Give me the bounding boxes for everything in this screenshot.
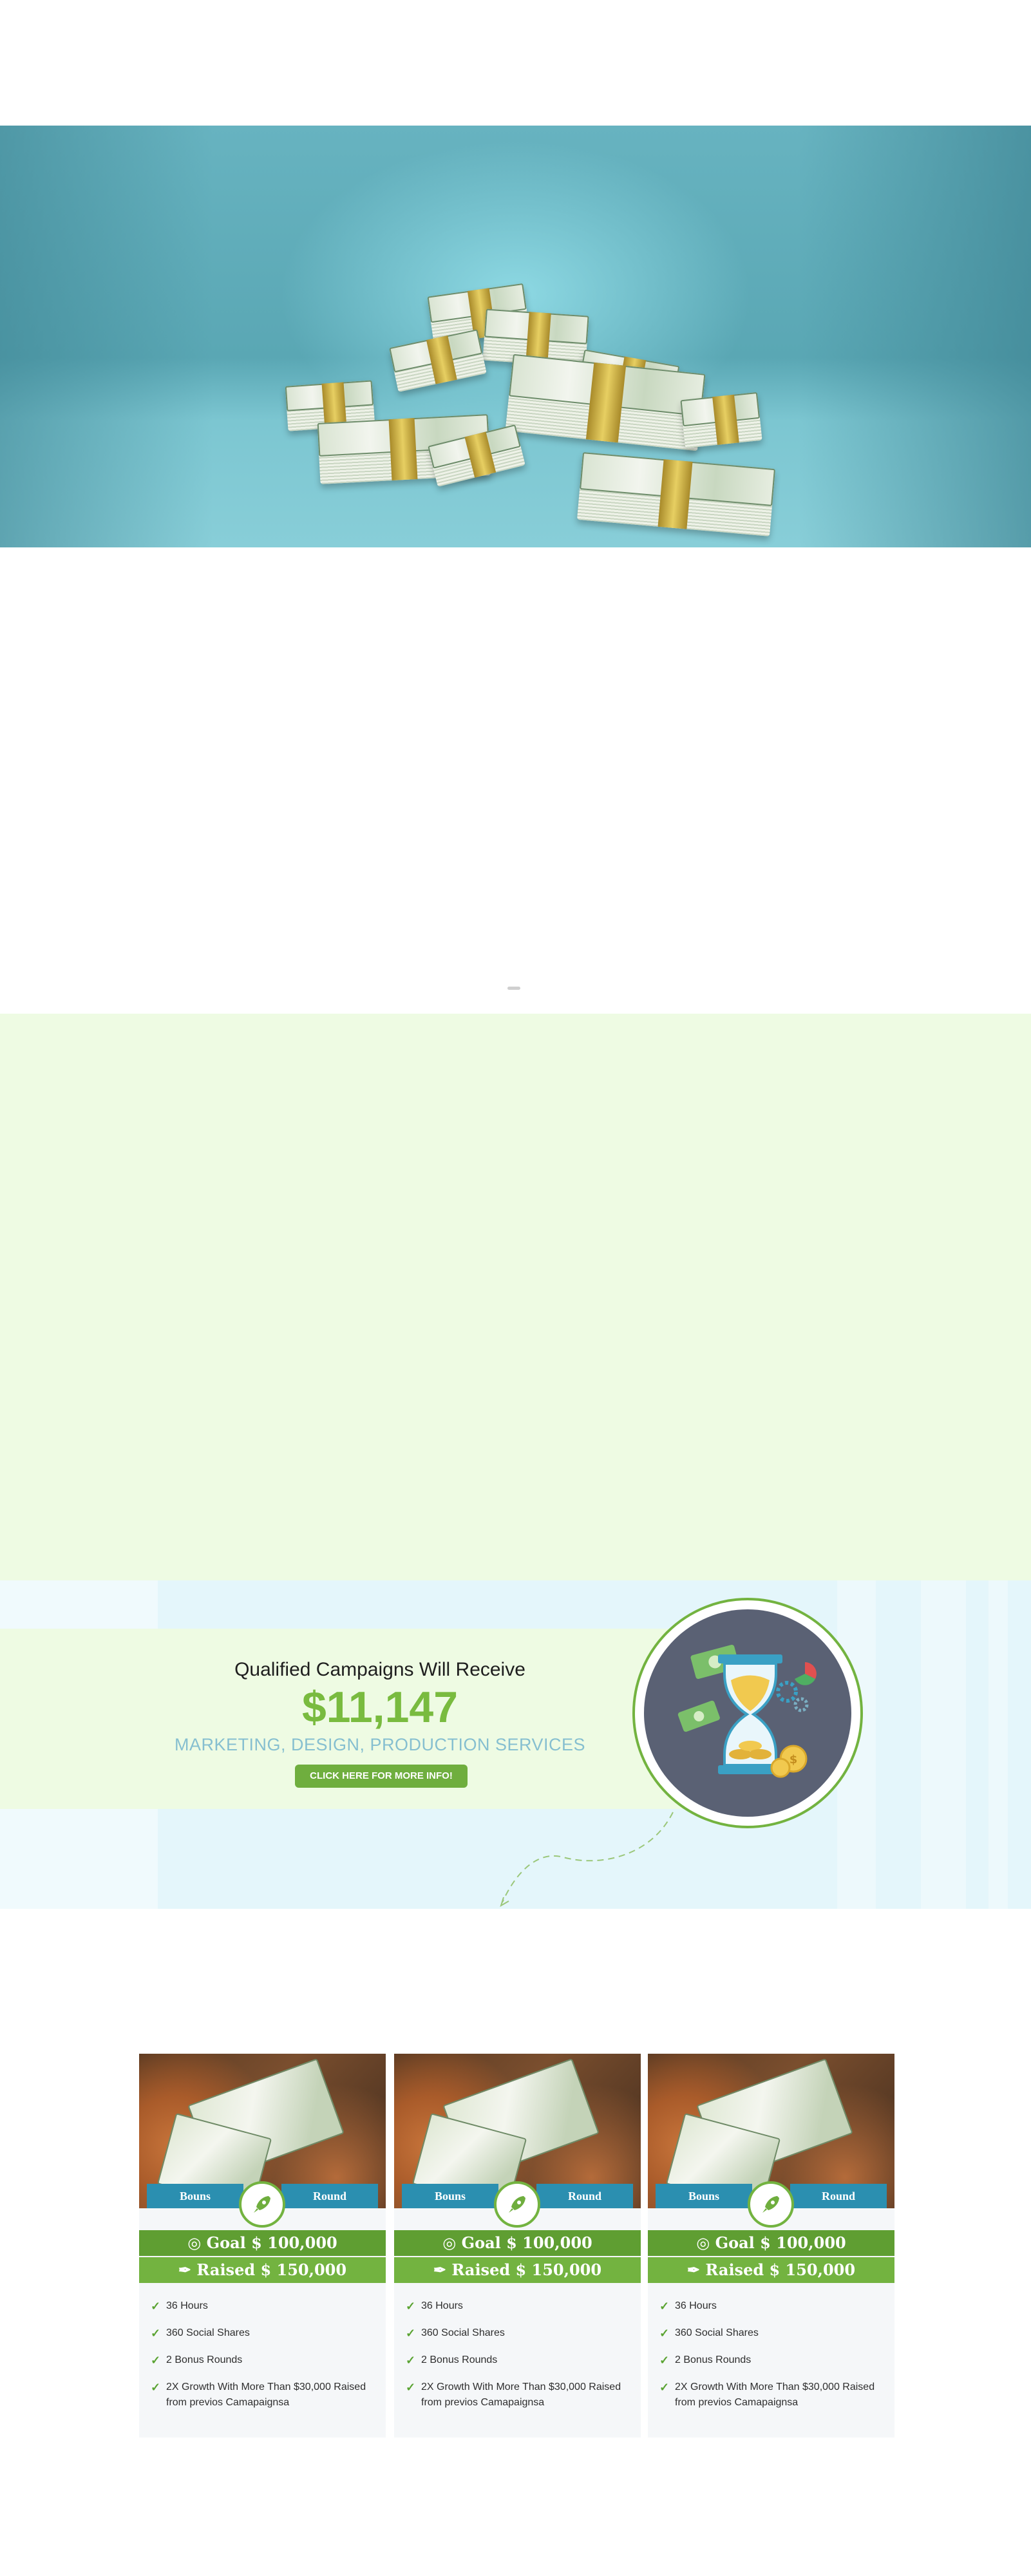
check-icon: ✓ — [659, 2381, 670, 2394]
pen-icon: ✒ — [686, 2260, 706, 2279]
feature-item: ✓ 360 Social Shares — [151, 2327, 250, 2340]
feature-item: ✓ 360 Social Shares — [659, 2327, 759, 2340]
goal-bar: ◎ Goal $ 100,000 — [648, 2230, 894, 2256]
raised-text: Raised $ 150,000 — [705, 2260, 856, 2279]
target-icon: ◎ — [187, 2233, 207, 2252]
raised-bar: ✒ Raised $ 150,000 — [394, 2257, 641, 2283]
ribbon-left: Bouns — [656, 2184, 752, 2208]
check-icon: ✓ — [406, 2354, 416, 2367]
more-info-button[interactable]: CLICK HERE FOR MORE INFO! — [295, 1765, 468, 1788]
ribbon-right: Round — [790, 2184, 887, 2208]
campaign-services: MARKETING, DESIGN, PRODUCTION SERVICES — [174, 1735, 586, 1754]
check-icon: ✓ — [406, 2327, 416, 2340]
raised-text: Raised $ 150,000 — [196, 2260, 347, 2279]
goal-text: Goal $ 100,000 — [715, 2233, 846, 2252]
campaign-card: Bouns Round ◎ Goal $ 100,000 ✒ Raised $ … — [139, 2054, 386, 2438]
campaign-headline: Qualified Campaigns Will Receive — [234, 1659, 525, 1680]
feature-item: ✓ 360 Social Shares — [406, 2327, 505, 2340]
campaign-card: Bouns Round ◎ Goal $ 100,000 ✒ Raised $ … — [648, 2054, 894, 2438]
check-icon: ✓ — [151, 2381, 161, 2394]
feature-item: ✓ 36 Hours — [406, 2300, 463, 2313]
goal-text: Goal $ 100,000 — [206, 2233, 337, 2252]
raised-bar: ✒ Raised $ 150,000 — [648, 2257, 894, 2283]
feature-item: ✓ 2 Bonus Rounds — [151, 2354, 243, 2367]
check-icon: ✓ — [151, 2327, 161, 2340]
check-icon: ✓ — [406, 2381, 416, 2394]
check-icon: ✓ — [151, 2300, 161, 2313]
pager-dot[interactable] — [507, 987, 520, 990]
light-green-section — [0, 1014, 1031, 1580]
raised-bar: ✒ Raised $ 150,000 — [139, 2257, 386, 2283]
campaign-card: Bouns Round ◎ Goal $ 100,000 ✒ Raised $ … — [394, 2054, 641, 2438]
ribbon-left: Bouns — [147, 2184, 243, 2208]
feature-item: ✓ 36 Hours — [659, 2300, 717, 2313]
check-icon: ✓ — [659, 2354, 670, 2367]
feature-item: ✓ 2X Growth With More Than $30,000 Raised… — [659, 2381, 875, 2408]
rocket-icon — [748, 2181, 794, 2228]
ribbon-left: Bouns — [402, 2184, 498, 2208]
feature-item: ✓ 2X Growth With More Than $30,000 Raised… — [406, 2381, 621, 2408]
goal-text: Goal $ 100,000 — [461, 2233, 592, 2252]
money-stacks-icon — [0, 126, 1031, 547]
feature-item: ✓ 2 Bonus Rounds — [659, 2354, 752, 2367]
raised-text: Raised $ 150,000 — [451, 2260, 602, 2279]
check-icon: ✓ — [151, 2354, 161, 2367]
check-icon: ✓ — [659, 2327, 670, 2340]
campaign-amount: $11,147 — [301, 1683, 459, 1732]
feature-item: ✓ 2 Bonus Rounds — [406, 2354, 498, 2367]
goal-bar: ◎ Goal $ 100,000 — [394, 2230, 641, 2256]
rocket-icon — [494, 2181, 540, 2228]
target-icon: ◎ — [442, 2233, 462, 2252]
check-icon: ✓ — [406, 2300, 416, 2313]
hourglass-money-icon: $ — [644, 1609, 851, 1817]
ribbon-right: Round — [536, 2184, 633, 2208]
target-icon: ◎ — [696, 2233, 715, 2252]
svg-text:$: $ — [790, 1753, 798, 1766]
hero-banner — [0, 126, 1031, 547]
check-icon: ✓ — [659, 2300, 670, 2313]
ribbon-right: Round — [281, 2184, 378, 2208]
goal-bar: ◎ Goal $ 100,000 — [139, 2230, 386, 2256]
pen-icon: ✒ — [433, 2260, 452, 2279]
rocket-icon — [239, 2181, 285, 2228]
feature-item: ✓ 36 Hours — [151, 2300, 208, 2313]
feature-item: ✓ 2X Growth With More Than $30,000 Raised… — [151, 2381, 366, 2408]
pen-icon: ✒ — [178, 2260, 197, 2279]
